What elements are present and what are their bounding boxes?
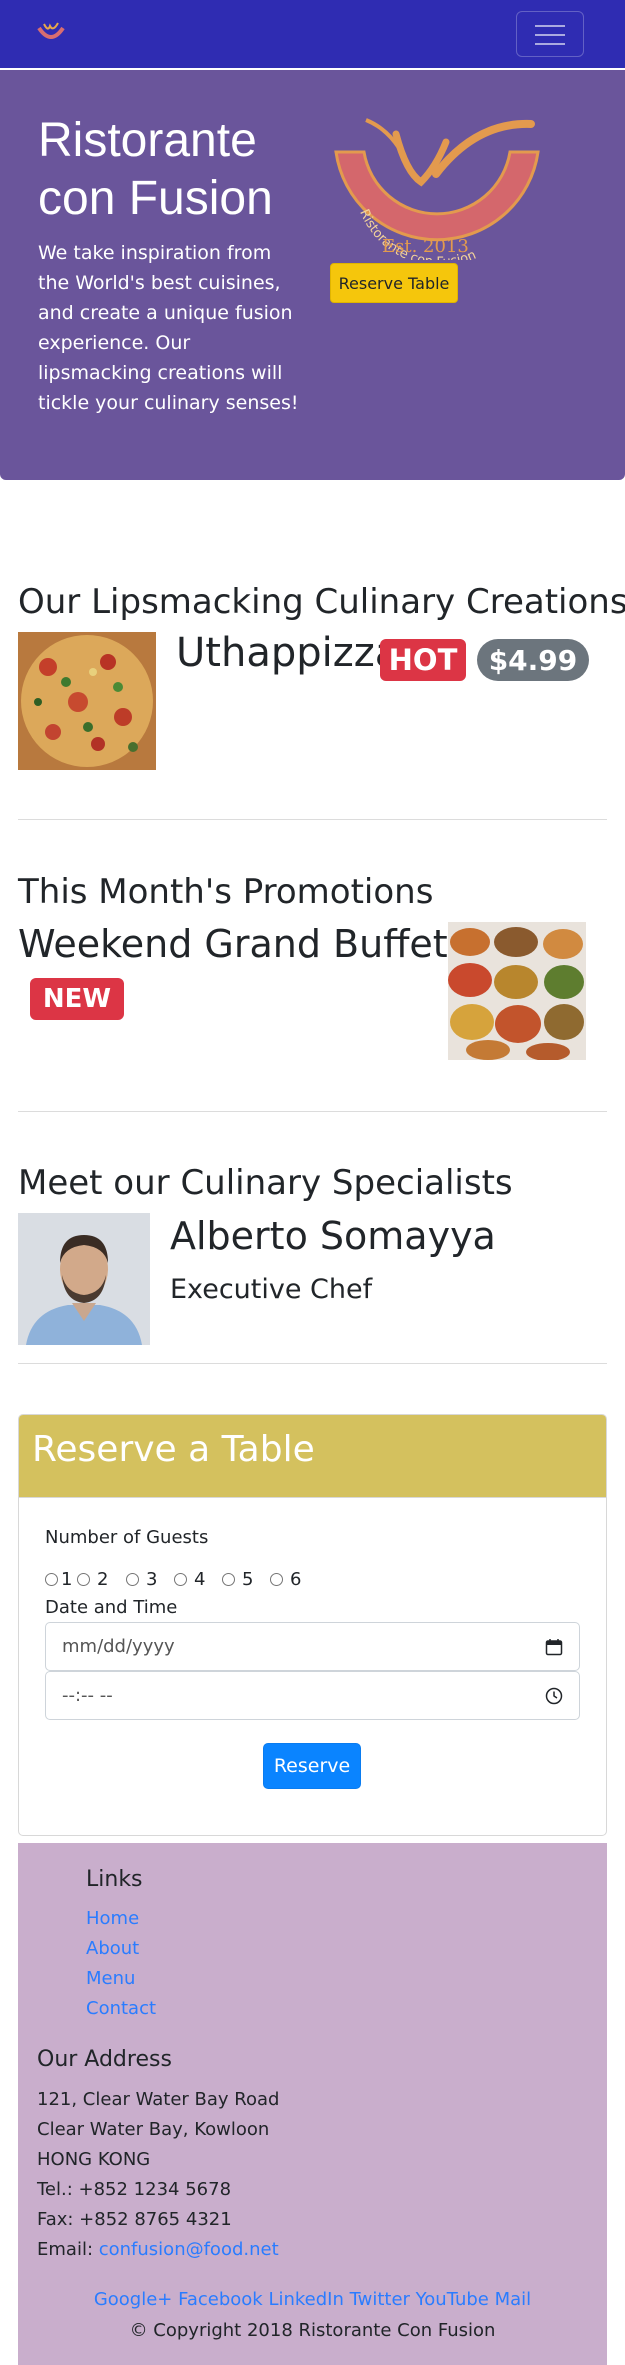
email-label: Email:	[37, 2239, 99, 2260]
telephone: Tel.: +852 1234 5678	[37, 2179, 232, 2200]
radio-button[interactable]	[126, 1572, 139, 1586]
footer-link-home[interactable]: Home	[86, 1908, 139, 1929]
leader-section-title: Meet our Culinary Specialists	[18, 1163, 513, 1203]
fax: Fax: +852 8765 4321	[37, 2209, 232, 2230]
divider	[18, 1363, 607, 1364]
footer-link-menu[interactable]: Menu	[86, 1968, 135, 1989]
hamburger-menu-icon	[535, 25, 565, 27]
page-title: Ristorante con Fusion	[38, 114, 273, 225]
calendar-icon[interactable]	[545, 1638, 563, 1656]
hamburger-menu-button[interactable]	[516, 11, 584, 57]
dish-name: Uthappizza	[176, 630, 400, 676]
address-line: 121, Clear Water Bay Road	[37, 2089, 280, 2110]
google-plus-link[interactable]: Google+	[94, 2289, 173, 2310]
mail-link[interactable]: Mail	[495, 2289, 532, 2310]
dish-section-title: Our Lipsmacking Culinary Creations	[18, 582, 625, 622]
email-link[interactable]: confusion@food.net	[99, 2239, 279, 2260]
promotion-section-title: This Month's Promotions	[18, 872, 434, 912]
guests-radio-1[interactable]: 1	[45, 1568, 72, 1590]
guests-radio-4[interactable]: 4	[174, 1568, 205, 1590]
youtube-link[interactable]: YouTube	[416, 2289, 489, 2310]
reserve-card-header: Reserve a Table	[19, 1415, 606, 1498]
address-line: HONG KONG	[37, 2149, 151, 2170]
guests-radio-6[interactable]: 6	[270, 1568, 301, 1590]
promotion-name: Weekend Grand Buffet	[18, 922, 448, 966]
time-input[interactable]: --:-- --	[45, 1671, 580, 1720]
guests-radio-5[interactable]: 5	[222, 1568, 253, 1590]
navbar	[0, 0, 625, 68]
leader-name: Alberto Somayya	[170, 1214, 496, 1258]
radio-button[interactable]	[270, 1572, 283, 1586]
facebook-link[interactable]: Facebook	[178, 2289, 263, 2310]
restaurant-logo-icon[interactable]	[36, 20, 66, 44]
chef-photo	[18, 1213, 150, 1345]
radio-button[interactable]	[222, 1572, 235, 1586]
social-links: Google+ Facebook LinkedIn Twitter YouTub…	[0, 2289, 625, 2310]
uthappizza-image	[18, 632, 156, 770]
footer-link-contact[interactable]: Contact	[86, 1998, 156, 2019]
links-heading: Links	[86, 1867, 143, 1892]
date-input[interactable]: mm/dd/yyyy	[45, 1622, 580, 1671]
reserve-card-title: Reserve a Table	[32, 1429, 315, 1470]
hot-badge: HOT	[380, 639, 466, 681]
time-placeholder: --:-- --	[62, 1685, 113, 1706]
datetime-label: Date and Time	[45, 1597, 178, 1618]
guests-label: Number of Guests	[45, 1527, 209, 1548]
address-heading: Our Address	[37, 2047, 172, 2072]
divider	[18, 1111, 607, 1112]
twitter-link[interactable]: Twitter	[350, 2289, 410, 2310]
logo-est-text: Est. 2013	[382, 236, 469, 257]
restaurant-logo: Ristorante con Fusion Est. 2013	[334, 118, 540, 260]
reserve-submit-button[interactable]: Reserve	[263, 1743, 361, 1789]
buffet-image	[448, 922, 586, 1060]
reserve-table-button[interactable]: Reserve Table	[330, 263, 458, 303]
intro-text: We take inspiration from the World's bes…	[38, 242, 299, 414]
linkedin-link[interactable]: LinkedIn	[268, 2289, 343, 2310]
address-line: Clear Water Bay, Kowloon	[37, 2119, 270, 2140]
jumbotron: Ristorante con Fusion We take inspiratio…	[0, 70, 625, 480]
guests-radio-3[interactable]: 3	[126, 1568, 157, 1590]
clock-icon[interactable]	[545, 1687, 563, 1705]
date-placeholder: mm/dd/yyyy	[62, 1636, 175, 1657]
guests-radio-2[interactable]: 2	[77, 1568, 108, 1590]
price-badge: $4.99	[477, 639, 589, 681]
email-line: Email: confusion@food.net	[37, 2239, 279, 2260]
radio-button[interactable]	[45, 1572, 58, 1586]
copyright-text: © Copyright 2018 Ristorante Con Fusion	[129, 2320, 496, 2341]
radio-button[interactable]	[174, 1572, 187, 1586]
footer-link-about[interactable]: About	[86, 1938, 139, 1959]
radio-button[interactable]	[77, 1572, 90, 1586]
leader-designation: Executive Chef	[170, 1274, 373, 1305]
footer: Links Home About Menu Contact Our Addres…	[18, 1843, 607, 2365]
divider	[18, 819, 607, 820]
reserve-table-card: Reserve a Table Number of Guests 1 2 3 4…	[18, 1414, 607, 1836]
new-badge: NEW	[30, 978, 124, 1020]
